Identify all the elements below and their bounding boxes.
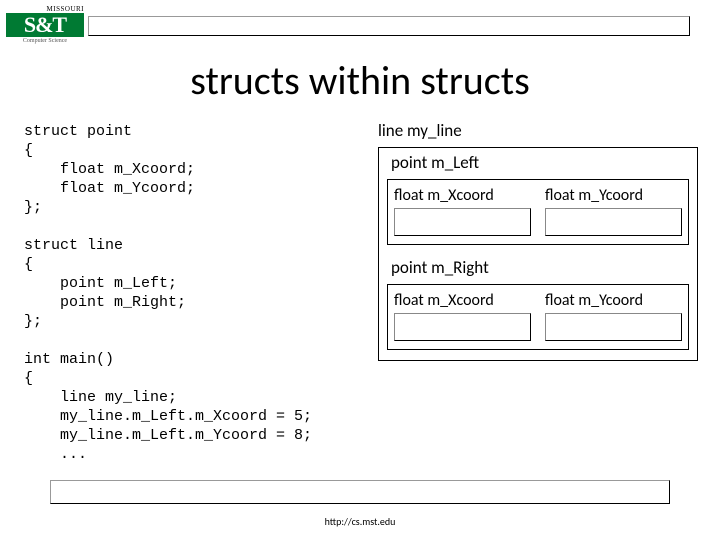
left-x-label: float m_Xcoord xyxy=(394,186,531,205)
memory-diagram: line my_line point m_Left float m_Xcoord… xyxy=(378,120,698,361)
code-block: struct point { float m_Xcoord; float m_Y… xyxy=(24,122,312,464)
header: MISSOURI S&T Computer Science xyxy=(6,6,690,50)
left-y-value-box xyxy=(545,208,682,236)
right-y-value-box xyxy=(545,313,682,341)
right-point-box: float m_Xcoord float m_Ycoord xyxy=(387,284,689,350)
right-point-label: point m_Right xyxy=(387,255,689,278)
left-point-label: point m_Left xyxy=(387,150,689,173)
footer-rule xyxy=(50,480,670,504)
left-point-box: float m_Xcoord float m_Ycoord xyxy=(387,179,689,245)
logo-mark: S&T xyxy=(6,13,84,37)
left-x-value-box xyxy=(394,208,531,236)
left-y-label: float m_Ycoord xyxy=(545,186,682,205)
diagram-title: line my_line xyxy=(378,120,698,141)
university-logo: MISSOURI S&T Computer Science xyxy=(6,6,84,56)
right-x-label: float m_Xcoord xyxy=(394,291,531,310)
header-rule xyxy=(88,16,690,36)
logo-dept: Computer Science xyxy=(6,37,84,45)
right-y-label: float m_Ycoord xyxy=(545,291,682,310)
right-x-value-box xyxy=(394,313,531,341)
slide-title: structs within structs xyxy=(0,56,720,105)
line-struct-box: point m_Left float m_Xcoord float m_Ycoo… xyxy=(378,147,698,361)
footer-url: http://cs.mst.edu xyxy=(0,515,720,528)
